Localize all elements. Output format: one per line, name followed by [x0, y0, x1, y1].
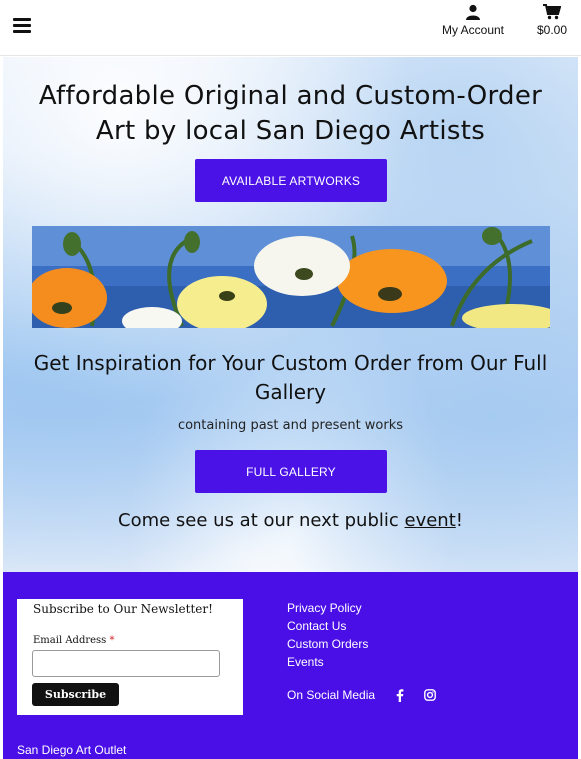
available-artworks-button[interactable]: AVAILABLE ARTWORKS [195, 159, 387, 202]
hero-section: Affordable Original and Custom-Order Art… [3, 57, 578, 572]
poppies-banner-image [32, 226, 550, 328]
site-header: My Account $0.00 [0, 0, 581, 56]
facebook-icon[interactable] [393, 688, 407, 702]
event-prefix: Come see us at our next public [118, 510, 405, 531]
instagram-icon[interactable] [423, 688, 437, 702]
newsletter-title: Subscribe to Our Newsletter! [33, 602, 213, 616]
social-media-row: On Social Media [287, 688, 453, 702]
event-callout: Come see us at our next public event! [23, 510, 558, 531]
menu-icon[interactable] [13, 18, 31, 34]
footer-links: Privacy Policy Contact Us Custom Orders … [287, 599, 368, 671]
required-mark: * [109, 635, 115, 646]
events-link[interactable]: Events [287, 653, 368, 671]
hero-title: Affordable Original and Custom-Order Art… [38, 81, 543, 146]
email-label: Email Address * [33, 635, 115, 646]
gallery-note: containing past and present works [177, 418, 404, 433]
contact-us-link[interactable]: Contact Us [287, 617, 368, 635]
custom-orders-link[interactable]: Custom Orders [287, 635, 368, 653]
email-field[interactable] [32, 650, 220, 677]
my-account-link[interactable]: My Account [438, 4, 508, 37]
footer-brand: San Diego Art Outlet [17, 743, 127, 757]
newsletter-form: Subscribe to Our Newsletter! Email Addre… [17, 599, 243, 715]
email-label-text: Email Address [33, 635, 107, 646]
event-link[interactable]: event [405, 510, 456, 531]
cart-icon [532, 4, 572, 20]
my-account-label: My Account [441, 23, 505, 37]
gallery-title: Get Inspiration for Your Custom Order fr… [33, 351, 548, 404]
cart-total: $0.00 [536, 23, 568, 37]
privacy-policy-link[interactable]: Privacy Policy [287, 599, 368, 617]
site-footer: Subscribe to Our Newsletter! Email Addre… [3, 572, 578, 759]
social-media-label: On Social Media [287, 688, 376, 702]
user-icon [438, 4, 508, 20]
full-gallery-button[interactable]: FULL GALLERY [195, 450, 387, 493]
event-suffix: ! [455, 510, 463, 531]
cart-link[interactable]: $0.00 [532, 4, 572, 37]
subscribe-button[interactable]: Subscribe [32, 683, 119, 706]
